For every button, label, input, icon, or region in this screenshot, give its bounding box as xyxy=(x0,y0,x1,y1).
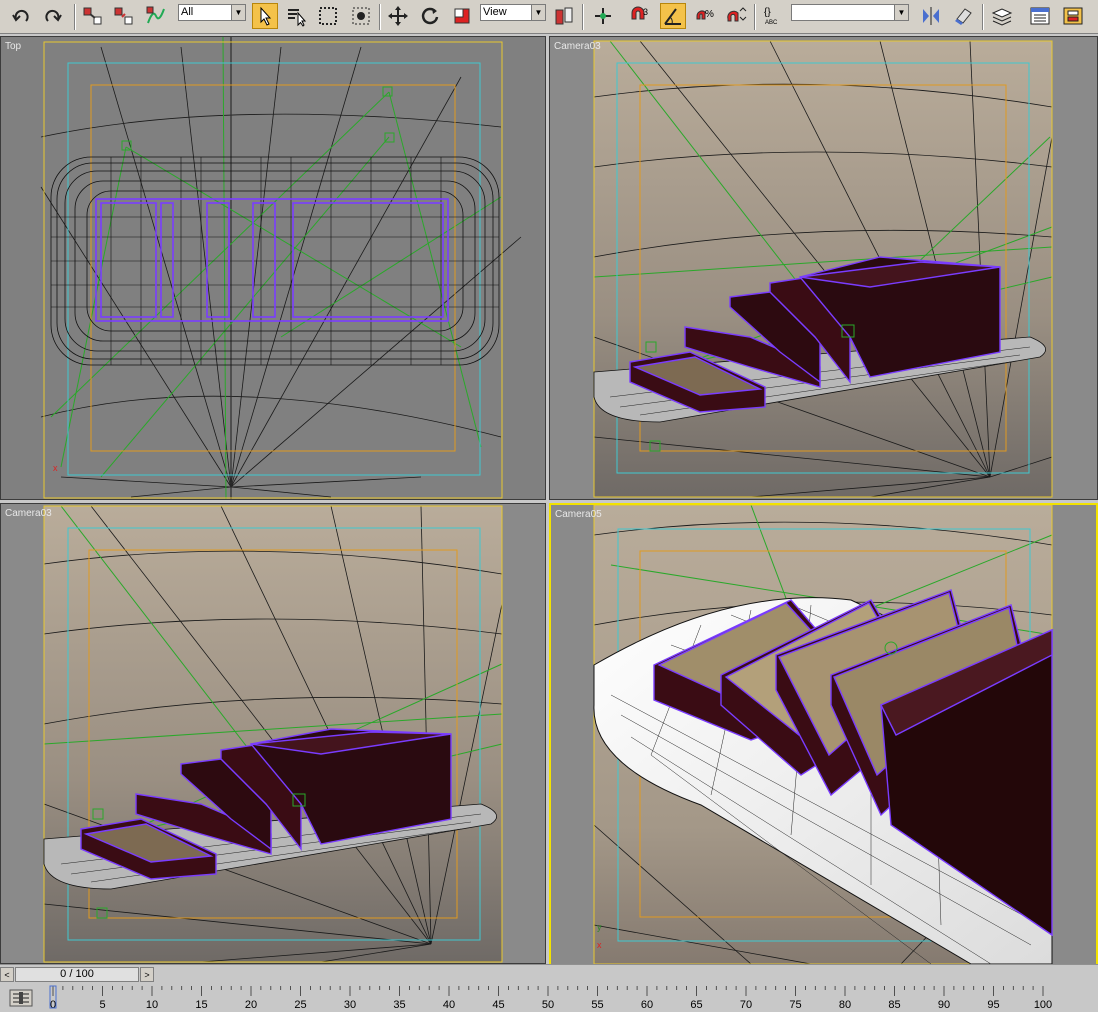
frame-tick-label: 90 xyxy=(938,999,950,1011)
frame-tick-label: 20 xyxy=(245,999,257,1011)
curve-editor-icon[interactable] xyxy=(1027,3,1053,29)
frame-tick-label: 35 xyxy=(393,999,405,1011)
camera03-scene-b xyxy=(43,505,503,963)
svg-text:ABC: ABC xyxy=(765,20,778,26)
svg-text:%: % xyxy=(705,9,714,20)
frame-tick-label: 25 xyxy=(294,999,306,1011)
frame-ruler[interactable]: 0 5 10 15 20 25 30 35 40 45 50 55 60 65 70 75 80 85 90 95 10… xyxy=(0,984,1098,1012)
chevron-down-icon: ▼ xyxy=(894,5,908,20)
frame-tick-label: 45 xyxy=(492,999,504,1011)
select-and-manipulate-icon[interactable] xyxy=(590,3,616,29)
reference-coordinate-value: View xyxy=(483,6,507,18)
frame-tick-label: 5 xyxy=(99,999,105,1011)
chevron-down-icon: ▼ xyxy=(531,5,545,20)
frame-tick-label: 70 xyxy=(740,999,752,1011)
svg-text:x: x xyxy=(597,940,602,950)
selection-filter-value: All xyxy=(181,6,194,18)
undo-icon[interactable] xyxy=(8,3,34,29)
bind-to-space-warp-icon[interactable] xyxy=(143,3,169,29)
spinner-snap-icon[interactable] xyxy=(723,3,749,29)
edit-named-selection-icon[interactable]: {} ABC xyxy=(760,3,786,29)
select-by-name-icon[interactable] xyxy=(283,3,309,29)
align-icon[interactable] xyxy=(951,3,977,29)
angle-snap-icon[interactable] xyxy=(660,3,686,29)
frame-tick-label: 95 xyxy=(987,999,999,1011)
frame-tick-label: 55 xyxy=(591,999,603,1011)
frame-tick-label: 50 xyxy=(542,999,554,1011)
select-and-scale-icon[interactable] xyxy=(449,3,475,29)
frame-tick-label: 85 xyxy=(888,999,900,1011)
select-and-move-icon[interactable] xyxy=(385,3,411,29)
viewport-camera05[interactable]: Camera05 y x xyxy=(549,503,1098,966)
percent-snap-icon[interactable]: % xyxy=(692,3,718,29)
viewport-top[interactable]: Top x xyxy=(0,36,546,500)
schematic-view-icon[interactable] xyxy=(1060,3,1086,29)
window-crossing-icon[interactable] xyxy=(348,3,374,29)
camera05-scene: y x xyxy=(593,505,1053,964)
frame-tick-label: 0 xyxy=(50,999,56,1011)
previous-frame-button[interactable]: < xyxy=(0,967,14,982)
camera03-scene-a xyxy=(593,40,1053,498)
viewport-label[interactable]: Camera03 xyxy=(5,508,52,519)
open-mini-curve-editor-icon[interactable] xyxy=(8,988,34,1008)
frame-tick-label: 60 xyxy=(641,999,653,1011)
unlink-selection-icon[interactable] xyxy=(111,3,137,29)
select-object-icon[interactable] xyxy=(252,3,278,29)
layer-manager-icon[interactable] xyxy=(989,3,1015,29)
next-frame-button[interactable]: > xyxy=(140,967,154,982)
chevron-down-icon: ▼ xyxy=(231,5,245,20)
track-bar[interactable]: 0 5 10 15 20 25 30 35 40 45 50 55 60 65 70 75 80 85 90 95 10… xyxy=(0,984,1098,1012)
select-and-link-icon[interactable] xyxy=(80,3,106,29)
viewport-label[interactable]: Top xyxy=(5,41,21,52)
reference-coordinate-dropdown[interactable]: View ▼ xyxy=(480,4,546,21)
snap-dimension-label: 3 xyxy=(643,7,648,17)
select-and-rotate-icon[interactable] xyxy=(417,3,443,29)
viewport-label[interactable]: Camera03 xyxy=(554,41,601,52)
svg-text:{}: {} xyxy=(764,7,771,18)
time-slider-thumb[interactable]: 0 / 100 xyxy=(15,967,139,982)
frame-tick-label: 15 xyxy=(195,999,207,1011)
viewport-camera03-top[interactable]: Camera03 xyxy=(549,36,1098,500)
use-pivot-center-icon[interactable] xyxy=(551,3,577,29)
svg-text:y: y xyxy=(597,922,602,932)
named-selection-sets-dropdown[interactable]: ▼ xyxy=(791,4,909,21)
frame-tick-label: 10 xyxy=(146,999,158,1011)
selection-filter-dropdown[interactable]: All ▼ xyxy=(178,4,246,21)
redo-icon[interactable] xyxy=(40,3,66,29)
mirror-icon[interactable] xyxy=(918,3,944,29)
viewport-label[interactable]: Camera05 xyxy=(555,509,602,520)
snaps-toggle-icon[interactable]: 3 xyxy=(626,3,652,29)
previous-frame-glyph: < xyxy=(4,969,10,980)
top-view-scene: x xyxy=(40,37,522,499)
svg-text:x: x xyxy=(53,463,58,473)
viewport-camera03-bottom[interactable]: Camera03 xyxy=(0,503,546,964)
time-slider[interactable]: < 0 / 100 > xyxy=(0,964,1098,984)
frame-tick-label: 40 xyxy=(443,999,455,1011)
frame-tick-label: 75 xyxy=(789,999,801,1011)
frame-tick-label: 100 xyxy=(1034,999,1052,1011)
frame-tick-label: 65 xyxy=(690,999,702,1011)
main-toolbar: All ▼ View ▼ 3 % {} ABC ▼ xyxy=(0,0,1098,34)
next-frame-glyph: > xyxy=(144,969,150,980)
frame-counter: 0 / 100 xyxy=(60,968,94,980)
frame-tick-label: 30 xyxy=(344,999,356,1011)
frame-tick-label: 80 xyxy=(839,999,851,1011)
rectangular-selection-region-icon[interactable] xyxy=(315,3,341,29)
